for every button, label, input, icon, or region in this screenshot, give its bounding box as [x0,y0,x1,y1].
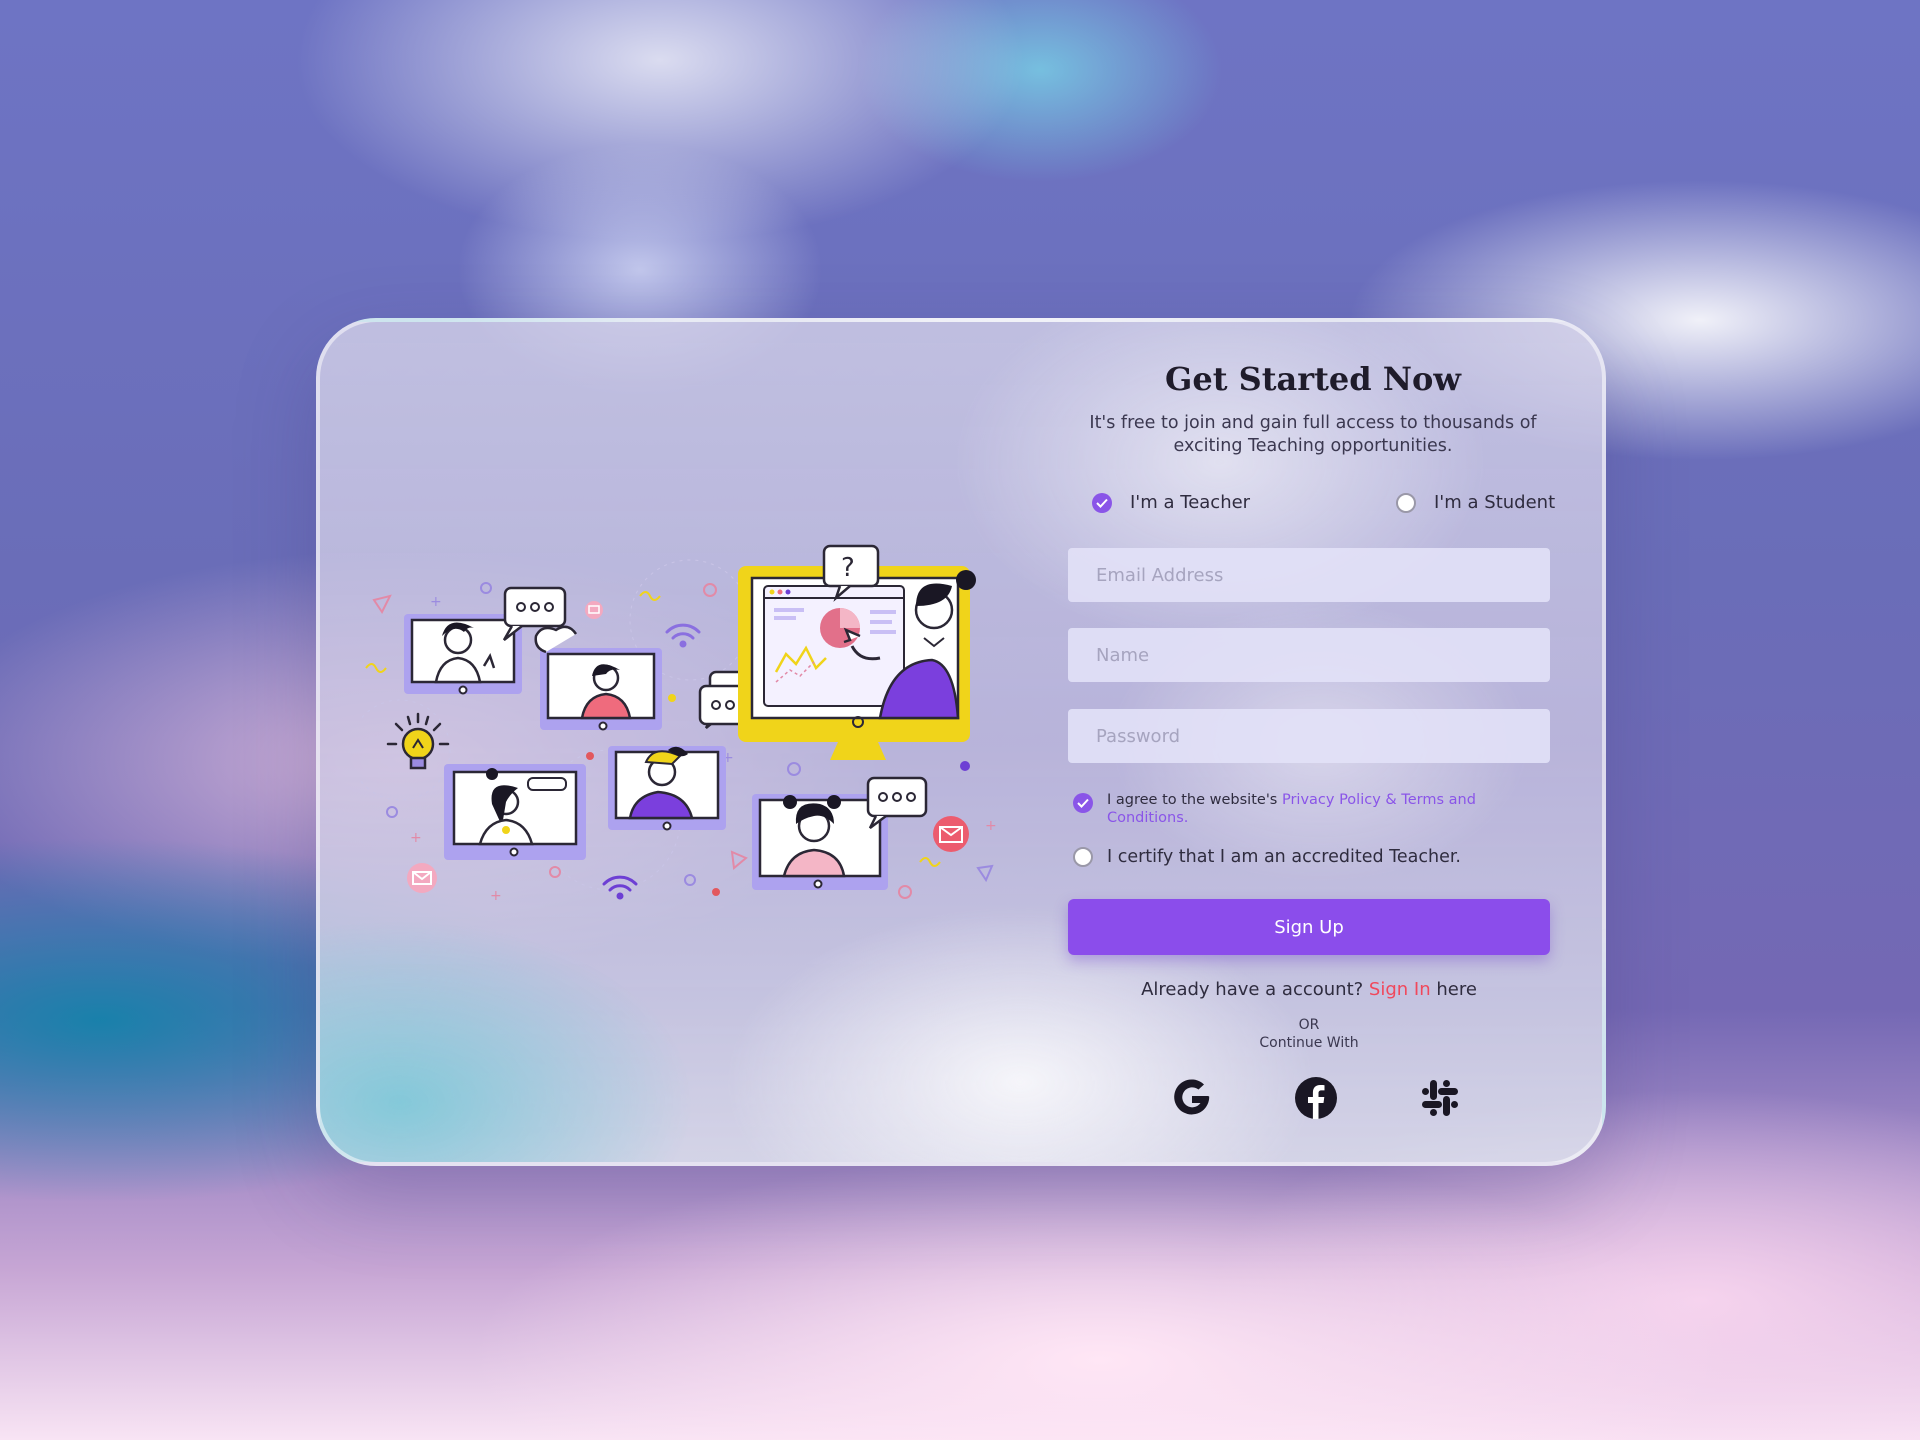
role-selector: I'm a Teacher I'm a Student [1068,492,1558,532]
agree-terms-prefix: I agree to the website's [1107,792,1282,808]
certify-row: I certify that I am an accredited Teache… [1068,847,1558,867]
social-login-row [1068,1076,1550,1126]
agree-terms-row: I agree to the website's Privacy Policy … [1068,791,1558,827]
sign-in-link[interactable]: Sign In [1369,979,1431,1000]
facebook-icon[interactable] [1294,1076,1338,1120]
or-label: OR [1298,1017,1320,1033]
signup-form: Get Started Now It's free to join and ga… [1068,360,1558,1126]
svg-text:+: + [410,830,422,846]
already-prefix: Already have a account? [1141,979,1369,1000]
google-icon[interactable] [1170,1076,1214,1120]
teacher-radio-checked-icon[interactable] [1092,492,1112,513]
form-subtitle: It's free to join and gain full access t… [1089,413,1537,456]
role-student-label: I'm a Student [1434,492,1556,513]
already-have-account: Already have a account? Sign In here [1068,979,1550,1000]
password-field[interactable] [1068,709,1550,763]
email-field[interactable] [1068,548,1550,602]
agree-checkbox-checked-icon[interactable] [1073,793,1093,813]
svg-text:?: ? [841,553,855,583]
or-divider: OR Continue With [1068,1016,1550,1052]
role-teacher-option[interactable]: I'm a Teacher [1092,492,1250,513]
role-student-option[interactable]: I'm a Student [1396,492,1555,513]
svg-text:+: + [985,818,997,834]
sign-up-button[interactable]: Sign Up [1068,899,1550,955]
svg-text:+: + [490,888,502,904]
already-suffix: here [1430,979,1477,1000]
form-title: Get Started Now [1165,360,1461,398]
certify-checkbox-icon[interactable] [1073,847,1093,867]
continue-with-label: Continue With [1259,1035,1359,1051]
svg-text:+: + [430,594,442,610]
online-teaching-illustration: + + + + + ? [360,544,997,904]
agree-terms-text: I agree to the website's Privacy Policy … [1107,791,1487,827]
role-teacher-label: I'm a Teacher [1130,492,1251,513]
slack-icon[interactable] [1418,1076,1462,1120]
student-radio-icon[interactable] [1396,492,1416,513]
certify-label: I certify that I am an accredited Teache… [1107,847,1461,867]
name-field[interactable] [1068,628,1550,682]
